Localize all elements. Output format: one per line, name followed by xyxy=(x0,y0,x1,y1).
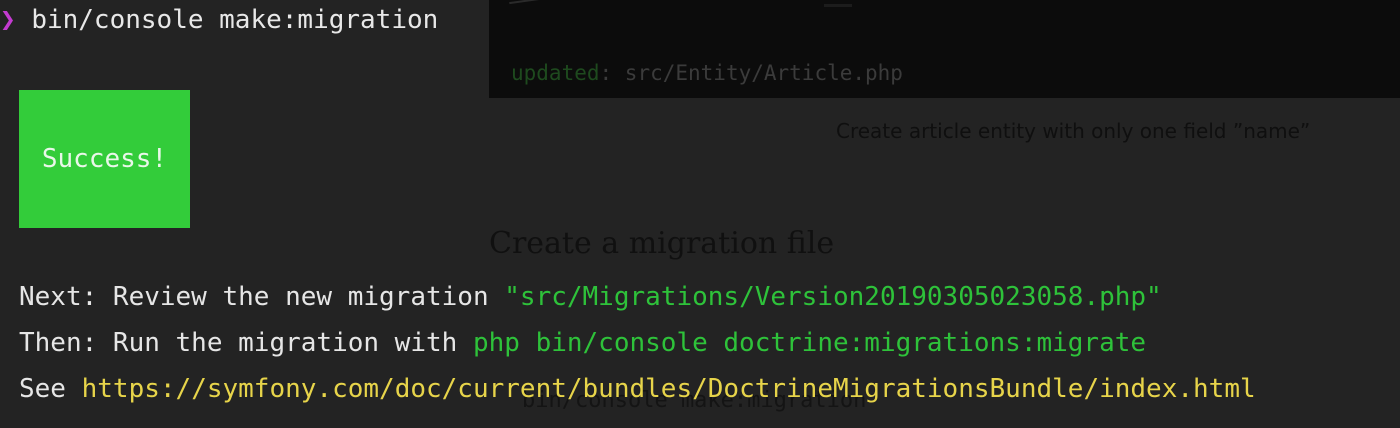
then-step-line: Then: Run the migration with php bin/con… xyxy=(19,326,1146,360)
entity-caption: Create article entity with only one fiel… xyxy=(836,119,1311,143)
see-prefix: See xyxy=(19,374,82,404)
success-banner: Success! xyxy=(19,90,190,228)
panel-stroke-mark xyxy=(509,0,569,5)
migration-heading: Create a migration file xyxy=(489,226,835,261)
docs-link[interactable]: https://symfony.com/doc/current/bundles/… xyxy=(82,374,1256,404)
next-prefix: Next: Review the new migration xyxy=(19,282,505,312)
command-text: bin/console make:migration xyxy=(31,5,439,35)
command-prompt-line: ❯ bin/console make:migration xyxy=(0,4,438,36)
updated-path: : src/Entity/Article.php xyxy=(599,61,903,85)
prompt-chevron-icon: ❯ xyxy=(0,5,16,35)
next-step-line: Next: Review the new migration "src/Migr… xyxy=(19,280,1162,314)
then-prefix: Then: Run the migration with xyxy=(19,328,473,358)
panel-dash-mark xyxy=(824,4,852,7)
success-label: Success! xyxy=(41,144,168,174)
previous-output-panel: updated: src/Entity/Article.php xyxy=(489,0,1400,98)
migrate-command: php bin/console doctrine:migrations:migr… xyxy=(472,328,1147,358)
updated-file-line: updated: src/Entity/Article.php xyxy=(511,61,903,85)
migration-file-path: "src/Migrations/Version20190305023058.ph… xyxy=(504,282,1162,312)
updated-label: updated xyxy=(511,61,600,85)
see-docs-line: See https://symfony.com/doc/current/bund… xyxy=(19,372,1256,406)
